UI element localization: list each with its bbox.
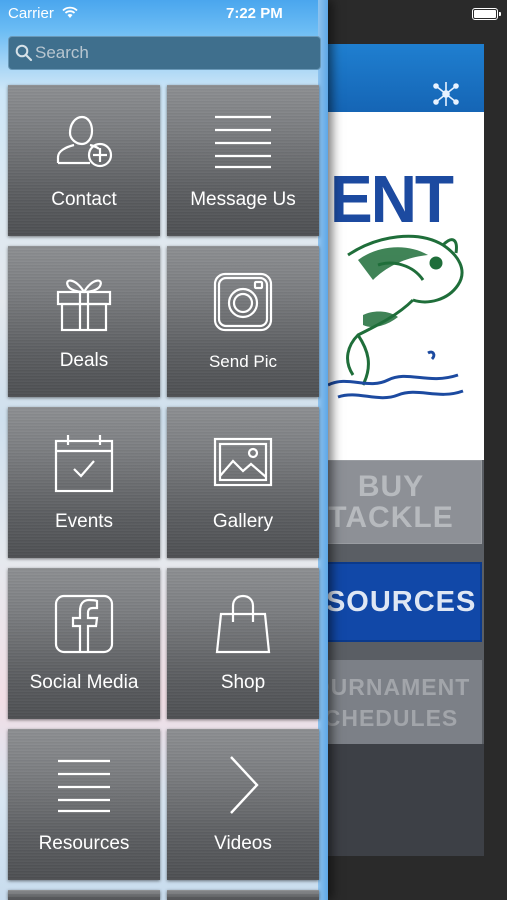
menu-tile-label: Contact	[51, 189, 117, 210]
buy-tackle-line2: TACKLE	[328, 501, 454, 534]
menu-tile-message-us[interactable]: Message Us	[167, 85, 319, 236]
status-bar: Carrier 7:22 PM	[0, 0, 507, 28]
search-bar[interactable]	[8, 36, 321, 70]
menu-tile-social-media[interactable]: Social Media	[8, 568, 160, 719]
calendar-check-icon	[54, 435, 114, 493]
menu-tile-label: Videos	[214, 833, 272, 854]
menu-tile-label: Shop	[220, 672, 266, 693]
gift-icon	[56, 279, 112, 332]
menu-tile-events[interactable]: Events	[8, 407, 160, 558]
share-network-icon[interactable]	[430, 78, 462, 110]
menu-tile-label: Deals	[59, 350, 109, 371]
menu-tile-videos[interactable]: Videos	[167, 729, 319, 880]
side-menu-drawer: Contact Message Us Deals	[0, 0, 328, 900]
menu-tile-contact[interactable]: Contact	[8, 85, 160, 236]
menu-tile-deals[interactable]: Deals	[8, 246, 160, 397]
menu-tile-label: Social Media	[29, 672, 139, 693]
search-input[interactable]	[35, 37, 315, 69]
menu-tile-label: Message Us	[190, 189, 296, 210]
search-icon	[15, 44, 33, 62]
camera-icon	[213, 272, 273, 332]
clock: 7:22 PM	[226, 5, 283, 22]
facebook-icon	[54, 594, 114, 654]
menu-tile-gallery[interactable]: Gallery	[167, 407, 319, 558]
list-icon	[58, 759, 110, 813]
menu-tile-label: Send Pic	[208, 352, 278, 371]
menu-tile-label: Gallery	[212, 511, 274, 532]
menu-tile-partial[interactable]	[8, 890, 160, 900]
carrier-label: Carrier	[8, 5, 54, 22]
menu-tile-label: Resources	[38, 833, 130, 854]
menu-tile-send-pic[interactable]: Send Pic	[167, 246, 319, 397]
bass-fish-logo-icon	[327, 234, 464, 400]
wifi-icon	[62, 6, 78, 18]
drawer-edge	[318, 0, 328, 900]
buy-tackle-line1: BUY	[357, 470, 425, 503]
chevron-right-icon	[230, 756, 259, 814]
menu-tile-label: Events	[54, 511, 114, 532]
menu-tile-shop[interactable]: Shop	[167, 568, 319, 719]
add-contact-icon	[56, 115, 113, 168]
menu-tile-partial[interactable]	[167, 890, 319, 900]
lines-icon	[215, 115, 271, 169]
menu-tile-resources[interactable]: Resources	[8, 729, 160, 880]
battery-icon	[472, 8, 501, 20]
image-icon	[213, 437, 273, 487]
shopping-bag-icon	[215, 594, 271, 654]
